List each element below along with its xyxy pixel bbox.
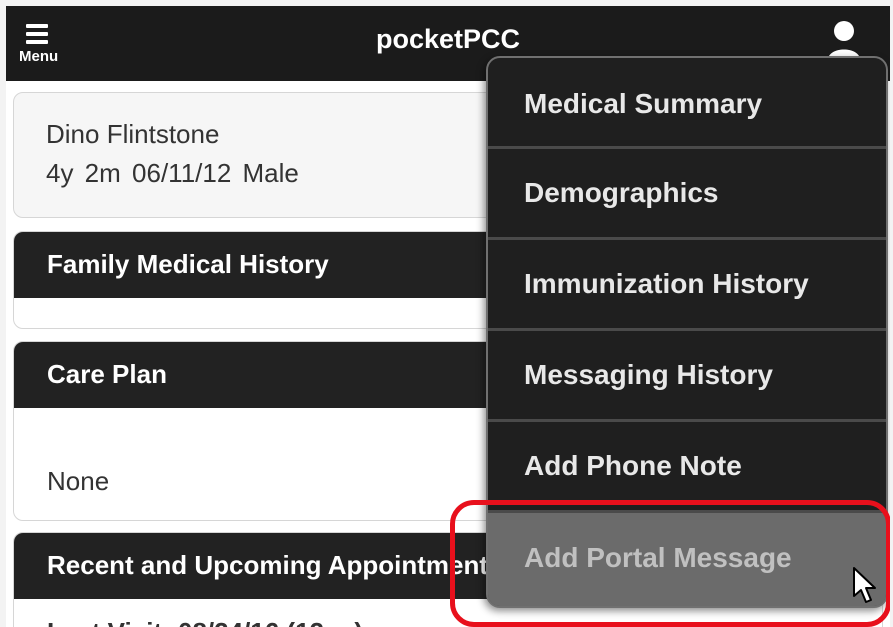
patient-info: 4y 2m 06/11/12 Male [46, 158, 299, 188]
menu-item-add-phone-note[interactable]: Add Phone Note [488, 422, 886, 510]
app-window: Menu pocketPCC Dino Flintstone 4y 2m 06/… [6, 6, 890, 627]
menu-item-medical-summary[interactable]: Medical Summary [488, 58, 886, 146]
appointments-body: Last Visit: 08/24/16 (12:...) [47, 617, 363, 627]
menu-item-demographics[interactable]: Demographics [488, 149, 886, 237]
mouse-cursor-icon [852, 566, 878, 606]
app-title: pocketPCC [375, 24, 521, 54]
patient-actions-dropdown: Medical Summary Demographics Immunizatio… [486, 56, 888, 608]
patient-name: Dino Flintstone [46, 119, 220, 149]
menu-item-add-portal-message[interactable]: Add Portal Message [488, 513, 886, 606]
care-plan-body: None [47, 466, 110, 496]
menu-item-messaging-history[interactable]: Messaging History [488, 331, 886, 419]
menu-item-immunization-history[interactable]: Immunization History [488, 240, 886, 328]
